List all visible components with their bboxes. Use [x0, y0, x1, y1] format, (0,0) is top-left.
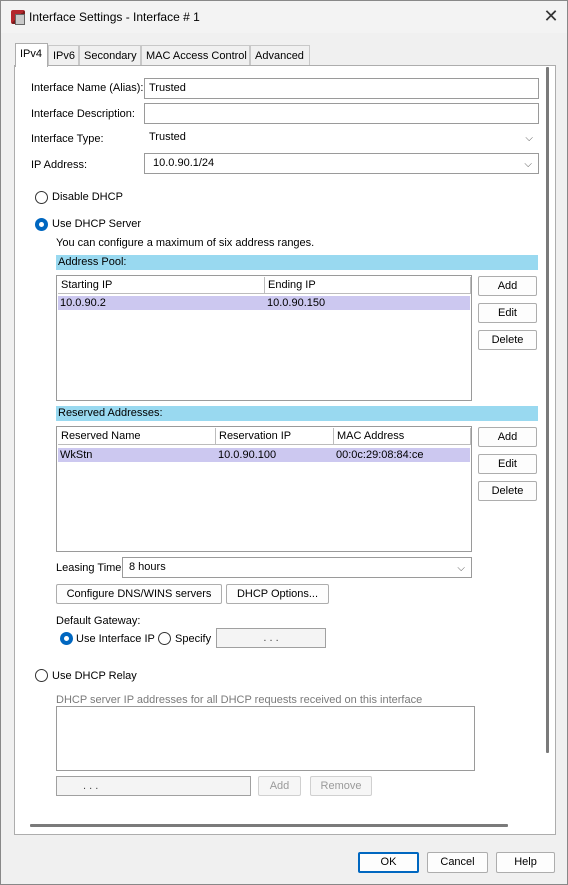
use-dhcp-relay-label: Use DHCP Relay [52, 670, 137, 682]
pool-edit-button[interactable]: Edit [478, 303, 537, 323]
leasing-time-select[interactable]: 8 hours ⌵ [122, 557, 472, 578]
column-mac-address[interactable]: MAC Address [334, 428, 471, 445]
reserved-delete-button[interactable]: Delete [478, 481, 537, 501]
interface-type-select[interactable]: Trusted ⌵ [144, 128, 539, 149]
chevron-down-icon: ⌵ [457, 563, 465, 574]
address-range-note: You can configure a maximum of six addre… [56, 237, 315, 249]
tab-secondary[interactable]: Secondary [79, 45, 141, 66]
cancel-button[interactable]: Cancel [427, 852, 488, 873]
disable-dhcp-label: Disable DHCP [52, 191, 123, 203]
reserved-addresses-list[interactable]: Reserved Name Reservation IP MAC Address… [56, 426, 472, 552]
use-dhcp-server-radio[interactable] [35, 218, 48, 231]
gateway-ip-input[interactable]: . . . [216, 628, 326, 648]
column-starting-ip[interactable]: Starting IP [58, 277, 265, 294]
mac-address-cell: 00:0c:29:08:84:ce [336, 449, 424, 461]
default-gateway-label: Default Gateway: [56, 615, 141, 627]
leasing-time-value: 8 hours [129, 561, 166, 573]
reserved-name-cell: WkStn [60, 449, 93, 461]
relay-server-list[interactable] [56, 706, 475, 771]
reserved-edit-button[interactable]: Edit [478, 454, 537, 474]
address-pool-header: Address Pool: [56, 255, 538, 270]
column-reservation-ip[interactable]: Reservation IP [216, 428, 334, 445]
ip-address-label: IP Address: [31, 159, 88, 171]
disable-dhcp-radio[interactable] [35, 191, 48, 204]
table-row[interactable]: 10.0.90.2 10.0.90.150 [58, 296, 470, 310]
interface-name-label: Interface Name (Alias): [31, 82, 144, 94]
leasing-time-label: Leasing Time [56, 562, 122, 574]
configure-dns-wins-button[interactable]: Configure DNS/WINS servers [56, 584, 222, 604]
tab-advanced[interactable]: Advanced [250, 45, 310, 66]
ip-address-select[interactable]: 10.0.90.1/24 ⌵ [144, 153, 539, 174]
interface-type-label: Interface Type: [31, 133, 104, 145]
vertical-scrollbar[interactable] [546, 67, 549, 753]
column-ending-ip[interactable]: Ending IP [265, 277, 471, 294]
relay-ip-input[interactable]: . . . [56, 776, 251, 796]
title-bar: Interface Settings - Interface # 1 ✕ [1, 1, 567, 33]
starting-ip-cell: 10.0.90.2 [60, 297, 106, 309]
ok-button[interactable]: OK [358, 852, 419, 873]
use-interface-ip-label: Use Interface IP [76, 633, 155, 645]
specify-gateway-label: Specify [175, 633, 212, 645]
app-icon [11, 10, 25, 25]
pool-delete-button[interactable]: Delete [478, 330, 537, 350]
use-dhcp-relay-radio[interactable] [35, 669, 48, 682]
dialog-window: Interface Settings - Interface # 1 ✕ IPv… [0, 0, 568, 885]
tab-ipv4[interactable]: IPv4 [15, 43, 48, 67]
window-title: Interface Settings - Interface # 1 [29, 10, 200, 24]
chevron-down-icon: ⌵ [524, 159, 532, 170]
help-button[interactable]: Help [496, 852, 555, 873]
address-pool-list[interactable]: Starting IP Ending IP 10.0.90.2 10.0.90.… [56, 275, 472, 401]
tab-mac-access-control[interactable]: MAC Access Control [141, 45, 250, 66]
reserved-addresses-header: Reserved Addresses: [56, 406, 538, 421]
interface-description-input[interactable] [144, 103, 539, 124]
table-row[interactable]: WkStn 10.0.90.100 00:0c:29:08:84:ce [58, 448, 470, 462]
horizontal-scrollbar[interactable] [30, 824, 508, 827]
chevron-down-icon: ⌵ [525, 133, 533, 144]
dhcp-options-button[interactable]: DHCP Options... [226, 584, 329, 604]
specify-gateway-radio[interactable] [158, 632, 171, 645]
relay-note: DHCP server IP addresses for all DHCP re… [56, 694, 423, 706]
ending-ip-cell: 10.0.90.150 [267, 297, 326, 309]
reserved-add-button[interactable]: Add [478, 427, 537, 447]
relay-remove-button[interactable]: Remove [310, 776, 372, 796]
relay-add-button[interactable]: Add [258, 776, 301, 796]
interface-name-input[interactable]: Trusted [144, 78, 539, 99]
column-reserved-name[interactable]: Reserved Name [58, 428, 216, 445]
reservation-ip-cell: 10.0.90.100 [218, 449, 277, 461]
use-interface-ip-radio[interactable] [60, 632, 73, 645]
pool-add-button[interactable]: Add [478, 276, 537, 296]
interface-description-label: Interface Description: [31, 108, 135, 120]
ip-address-value: 10.0.90.1/24 [153, 157, 215, 169]
use-dhcp-server-label: Use DHCP Server [52, 218, 142, 230]
tab-ipv6[interactable]: IPv6 [48, 45, 79, 66]
close-icon[interactable]: ✕ [539, 6, 563, 28]
interface-type-value: Trusted [149, 131, 186, 143]
